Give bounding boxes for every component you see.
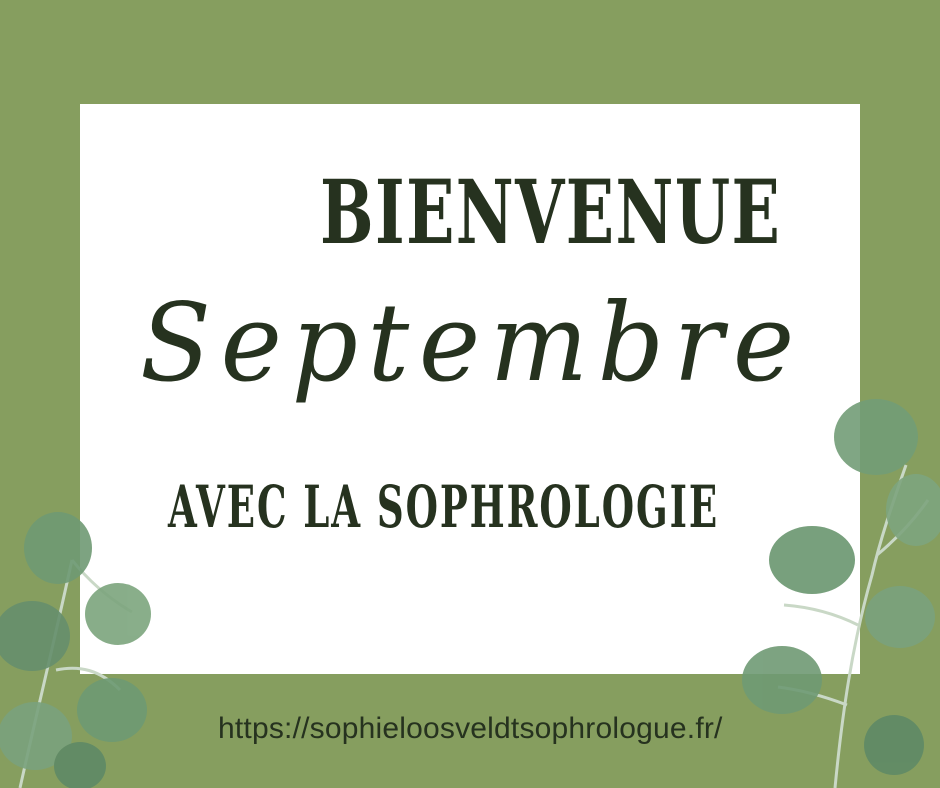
- website-url: https://sophieloosveldtsophrologue.fr/: [218, 712, 723, 745]
- title-septembre: Septembre: [140, 281, 804, 406]
- title-bienvenue: BIENVENUE: [320, 160, 782, 264]
- subtitle-sophrologie: AVEC LA SOPHROLOGIE: [168, 473, 720, 541]
